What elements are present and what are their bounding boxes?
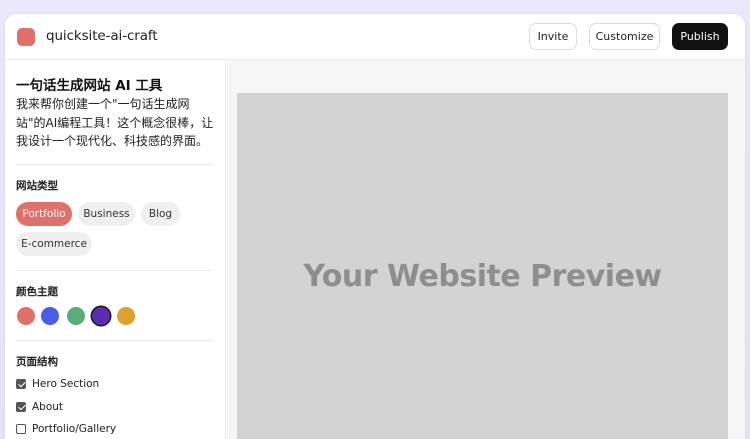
divider — [16, 340, 213, 341]
sidebar-description: 我来帮你创建一个"一句话生成网站"的AI编程工具！这个概念很棒，让我设计一个现代… — [16, 97, 214, 148]
structure-item-hero[interactable]: Hero Section — [16, 376, 99, 392]
color-swatch[interactable] — [67, 307, 85, 325]
website-preview: Your Website Preview — [237, 93, 728, 439]
publish-button[interactable]: Publish — [672, 23, 728, 50]
sidebar-title: 一句话生成网站 AI 工具 — [16, 78, 163, 94]
color-swatch[interactable] — [117, 307, 135, 325]
preview-placeholder: Your Website Preview — [303, 259, 662, 294]
app-title: quicksite-ai-craft — [46, 28, 158, 44]
preview-area: Your Website Preview — [227, 60, 745, 439]
checkbox[interactable] — [16, 424, 26, 434]
site-type-chip-blog[interactable]: Blog — [141, 202, 180, 226]
divider — [16, 164, 213, 165]
site-type-chip-business[interactable]: Business — [78, 202, 135, 226]
invite-button[interactable]: Invite — [529, 23, 577, 50]
page-structure-label: 页面结构 — [16, 356, 58, 368]
color-theme-label: 颜色主题 — [16, 286, 58, 298]
app-logo-icon — [17, 28, 35, 46]
settings-sidebar: 一句话生成网站 AI 工具 我来帮你创建一个"一句话生成网站"的AI编程工具！这… — [5, 60, 226, 439]
app-window: quicksite-ai-craft Invite Customize Publ… — [5, 14, 745, 439]
structure-item-portfolio-gallery[interactable]: Portfolio/Gallery — [16, 421, 116, 437]
customize-button[interactable]: Customize — [589, 23, 660, 50]
top-bar: quicksite-ai-craft Invite Customize Publ… — [5, 14, 745, 60]
checkbox[interactable] — [16, 379, 26, 389]
color-swatch[interactable] — [92, 307, 110, 325]
color-swatch[interactable] — [41, 307, 59, 325]
checkbox[interactable] — [16, 402, 26, 412]
structure-item-label: Hero Section — [32, 378, 100, 390]
structure-item-about[interactable]: About — [16, 399, 63, 415]
structure-item-label: About — [32, 401, 64, 413]
site-type-label: 网站类型 — [16, 180, 58, 192]
color-swatch[interactable] — [17, 307, 35, 325]
structure-item-label: Portfolio/Gallery — [32, 423, 117, 435]
site-type-chip-ecommerce[interactable]: E-commerce — [16, 232, 92, 256]
site-type-chip-portfolio[interactable]: Portfolio — [16, 202, 72, 226]
divider — [16, 270, 213, 271]
